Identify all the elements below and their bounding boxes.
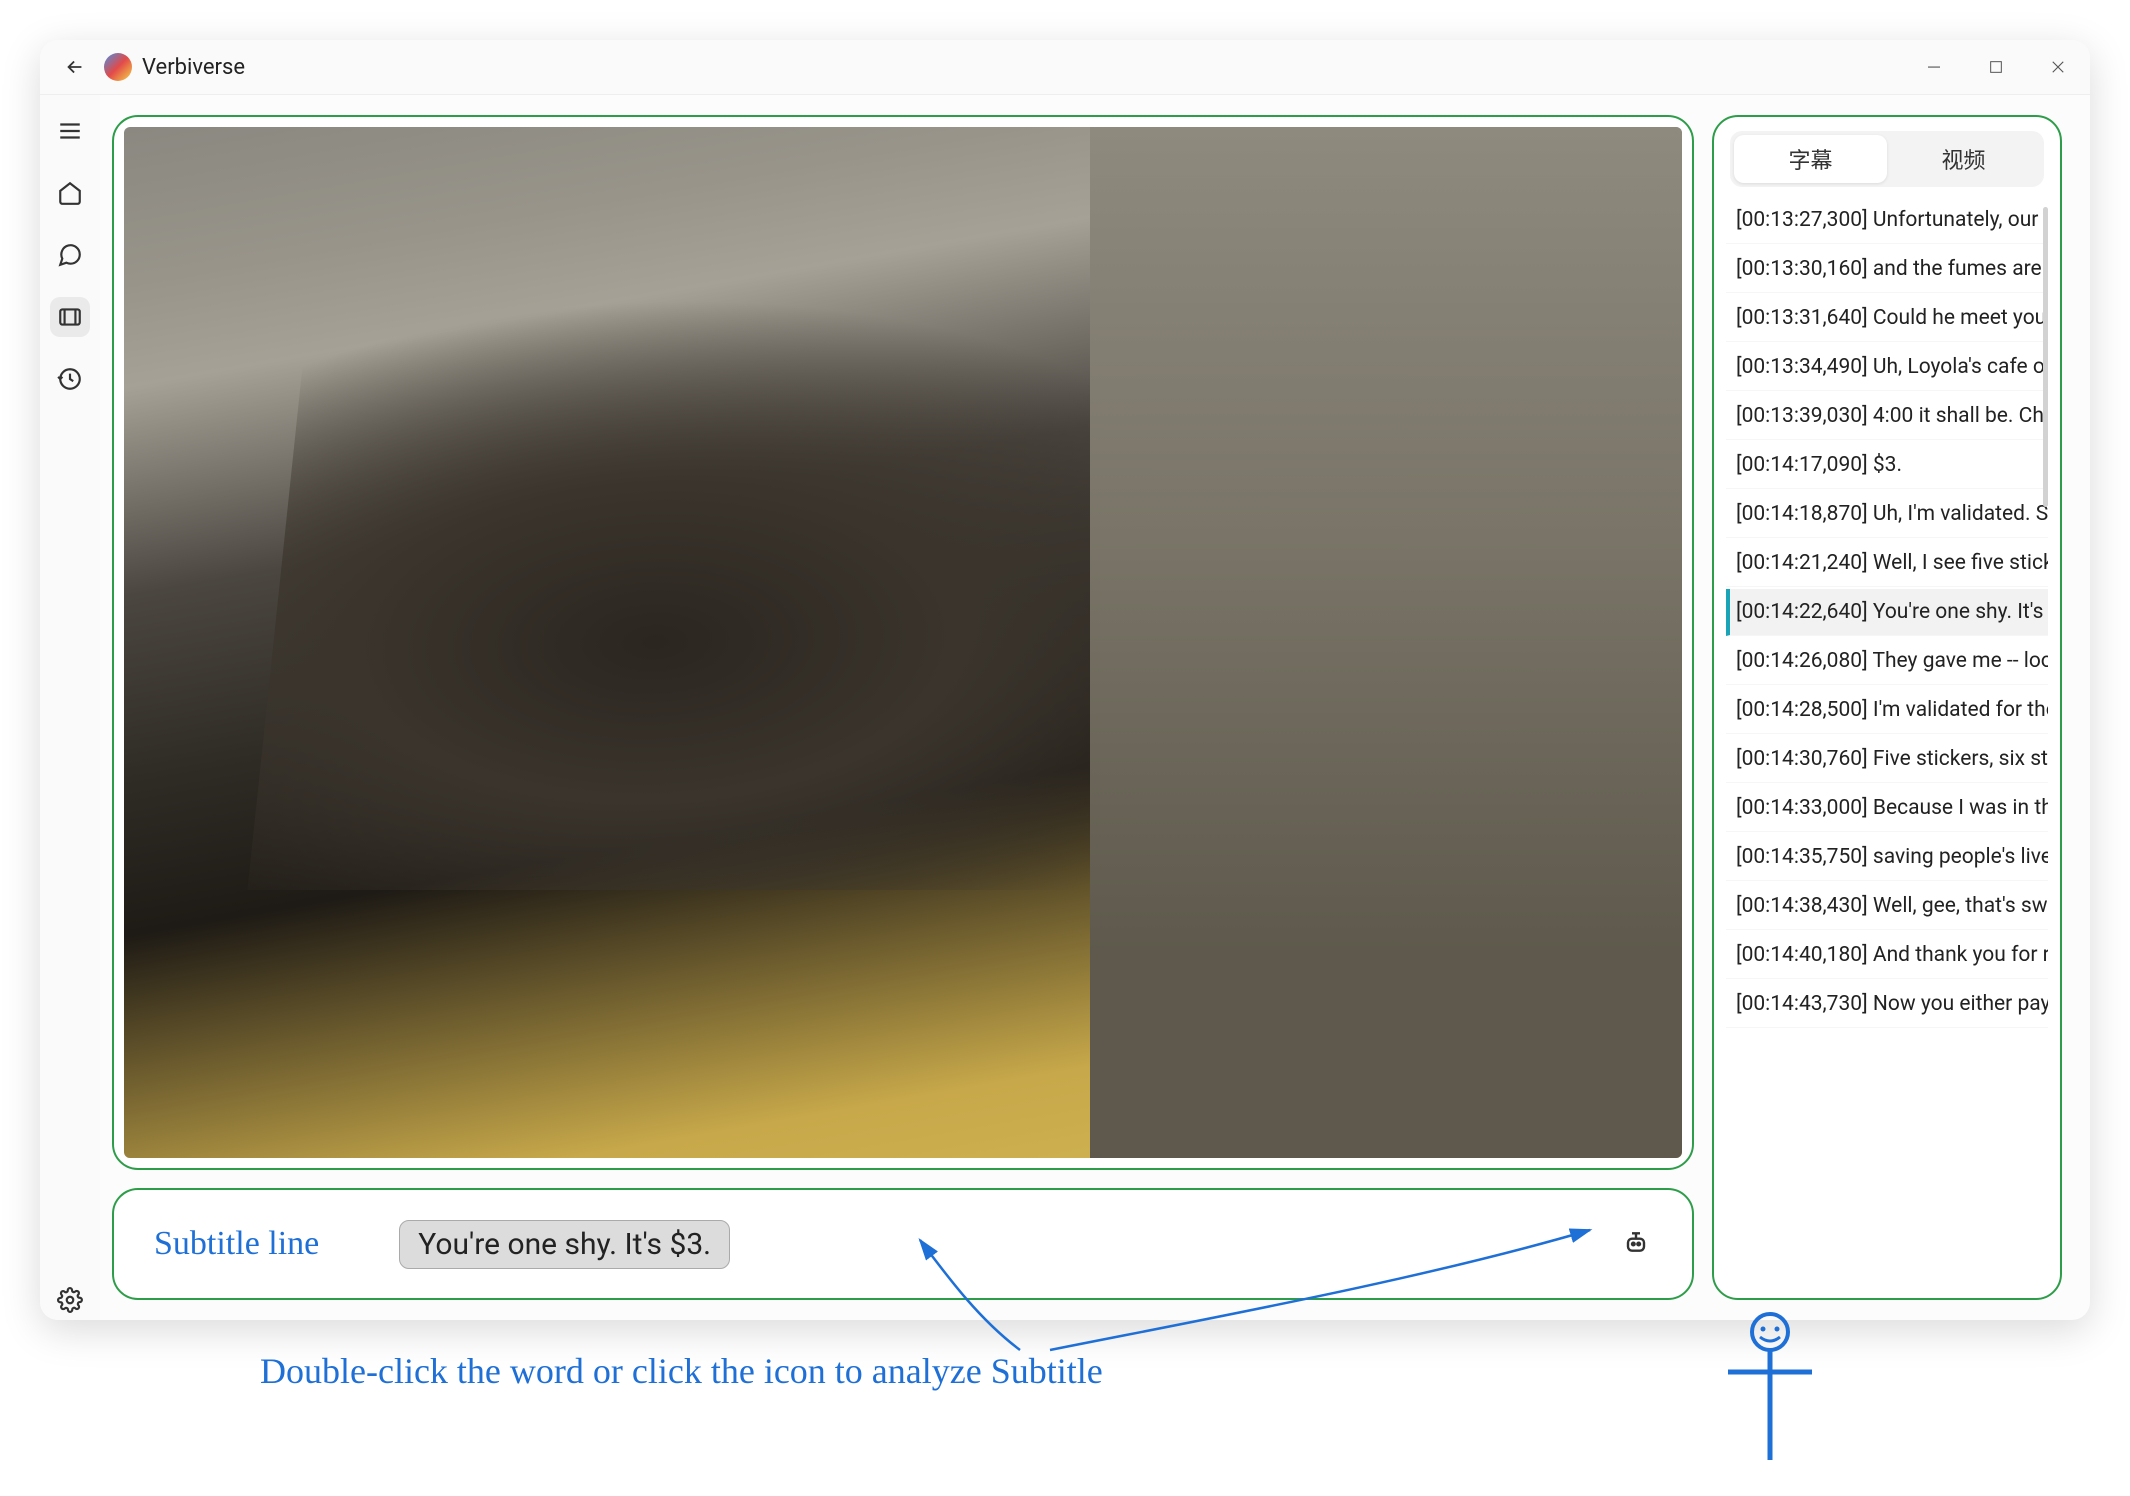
annotation-text: Double-click the word or click the icon … [260, 1350, 1103, 1392]
subtitle-row[interactable]: [00:14:38,430] Well, gee, that's swe [1726, 883, 2048, 930]
close-button[interactable] [2046, 55, 2070, 79]
sidebar-settings-button[interactable] [50, 1280, 90, 1320]
analyze-icon[interactable] [1620, 1228, 1652, 1260]
subtitle-row[interactable]: [00:13:34,490] Uh, Loyola's cafe on [1726, 344, 2048, 391]
app-logo-icon [104, 53, 132, 81]
tab-subtitle[interactable]: 字幕 [1734, 135, 1887, 183]
maximize-button[interactable] [1984, 55, 2008, 79]
panel-tabs: 字幕 视频 [1730, 131, 2044, 187]
subtitle-row[interactable]: [00:13:30,160] and the fumes are qu [1726, 246, 2048, 293]
sidebar-home-button[interactable] [50, 173, 90, 213]
subtitle-row[interactable]: [00:14:30,760] Five stickers, six stic [1726, 736, 2048, 783]
subtitle-row[interactable]: [00:14:17,090] $3. [1726, 442, 2048, 489]
subtitle-row[interactable]: [00:13:27,300] Unfortunately, our o [1726, 197, 2048, 244]
subtitle-row[interactable]: [00:14:35,750] saving people's lives [1726, 834, 2048, 881]
subtitle-row[interactable]: [00:14:43,730] Now you either pay [1726, 981, 2048, 1028]
subtitle-row[interactable]: [00:14:33,000] Because I was in tha [1726, 785, 2048, 832]
stick-figure-icon [1720, 1310, 1820, 1470]
tab-video[interactable]: 视频 [1887, 135, 2040, 183]
subtitle-row[interactable]: [00:14:28,500] I'm validated for the [1726, 687, 2048, 734]
subtitle-line-label: Subtitle line [154, 1225, 319, 1263]
video-panel [112, 115, 1694, 1170]
sidebar-menu-button[interactable] [50, 111, 90, 151]
titlebar: Verbiverse [40, 40, 2090, 95]
subtitle-panel: Subtitle line You're one shy. It's $3. [112, 1188, 1694, 1300]
subtitle-row[interactable]: [00:14:18,870] Uh, I'm validated. See [1726, 491, 2048, 538]
subtitle-row[interactable]: [00:14:26,080] They gave me -- loo [1726, 638, 2048, 685]
app-window: Verbiverse [40, 40, 2090, 1320]
subtitle-row[interactable]: [00:14:21,240] Well, I see five sticke [1726, 540, 2048, 587]
window-controls [1922, 55, 2070, 79]
minimize-button[interactable] [1922, 55, 1946, 79]
current-subtitle-text[interactable]: You're one shy. It's $3. [399, 1220, 730, 1269]
scrollbar-thumb[interactable] [2043, 207, 2048, 507]
subtitle-row[interactable]: [00:13:39,030] 4:00 it shall be. Che [1726, 393, 2048, 440]
subtitle-list[interactable]: [00:13:27,300] Unfortunately, our o[00:1… [1724, 197, 2050, 1284]
subtitle-row[interactable]: [00:13:31,640] Could he meet you a [1726, 295, 2048, 342]
sidebar-video-button[interactable] [50, 297, 90, 337]
subtitle-row[interactable]: [00:14:40,180] And thank you for re [1726, 932, 2048, 979]
back-button[interactable] [60, 52, 90, 82]
main-area: Subtitle line You're one shy. It's $3. 字… [100, 95, 2090, 1320]
sidebar-chat-button[interactable] [50, 235, 90, 275]
sidebar [40, 95, 100, 1320]
subtitle-side-panel: 字幕 视频 [00:13:27,300] Unfortunately, our … [1712, 115, 2062, 1300]
subtitle-row[interactable]: [00:14:22,640] You're one shy. It's $ [1726, 589, 2048, 636]
sidebar-history-button[interactable] [50, 359, 90, 399]
video-player[interactable] [124, 127, 1682, 1158]
app-title: Verbiverse [142, 55, 245, 80]
